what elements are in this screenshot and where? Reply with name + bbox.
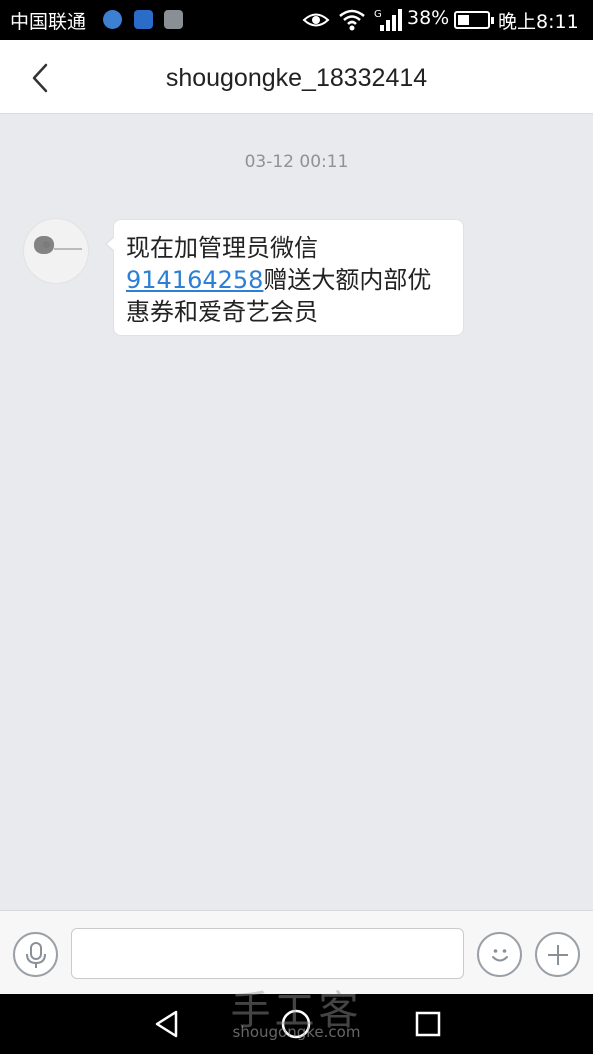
avatar-image	[34, 236, 54, 254]
wifi-icon	[339, 9, 365, 31]
more-button[interactable]	[535, 932, 580, 977]
avatar-decoration	[54, 248, 82, 250]
conversation-title: shougongke_18332414	[165, 64, 428, 92]
chat-header: shougongke_18332414	[0, 40, 593, 114]
clock: 晚上8:11	[498, 11, 579, 33]
voice-button[interactable]	[13, 932, 58, 977]
app-image-icon	[164, 10, 183, 29]
signal-icon: G	[374, 9, 402, 31]
message-text-start: 现在加管理员微信	[126, 234, 318, 262]
plus-icon	[547, 944, 568, 965]
emoji-button[interactable]	[477, 932, 522, 977]
avatar[interactable]	[23, 218, 89, 284]
smiley-icon	[491, 948, 508, 961]
app-s-icon	[103, 10, 122, 29]
battery-fill	[458, 15, 469, 25]
message-bubble[interactable]: 现在加管理员微信914164258赠送大额内部优惠券和爱奇艺会员	[105, 219, 464, 336]
message-link[interactable]: 914164258	[126, 266, 263, 294]
carrier-name: 中国联通	[10, 11, 87, 33]
battery-percent: 38%	[407, 7, 450, 29]
network-type: G	[374, 9, 382, 20]
watermark-url: shougongke.com	[232, 1023, 361, 1041]
app-radio-icon	[134, 10, 153, 29]
message-input[interactable]	[71, 928, 464, 979]
eye-icon	[302, 13, 330, 27]
microphone-icon	[25, 941, 46, 968]
message-timestamp: 03-12 00:11	[244, 152, 349, 172]
battery-icon	[454, 11, 494, 29]
status-bar: 中国联通 G 38% 晚上8:11	[0, 0, 593, 40]
